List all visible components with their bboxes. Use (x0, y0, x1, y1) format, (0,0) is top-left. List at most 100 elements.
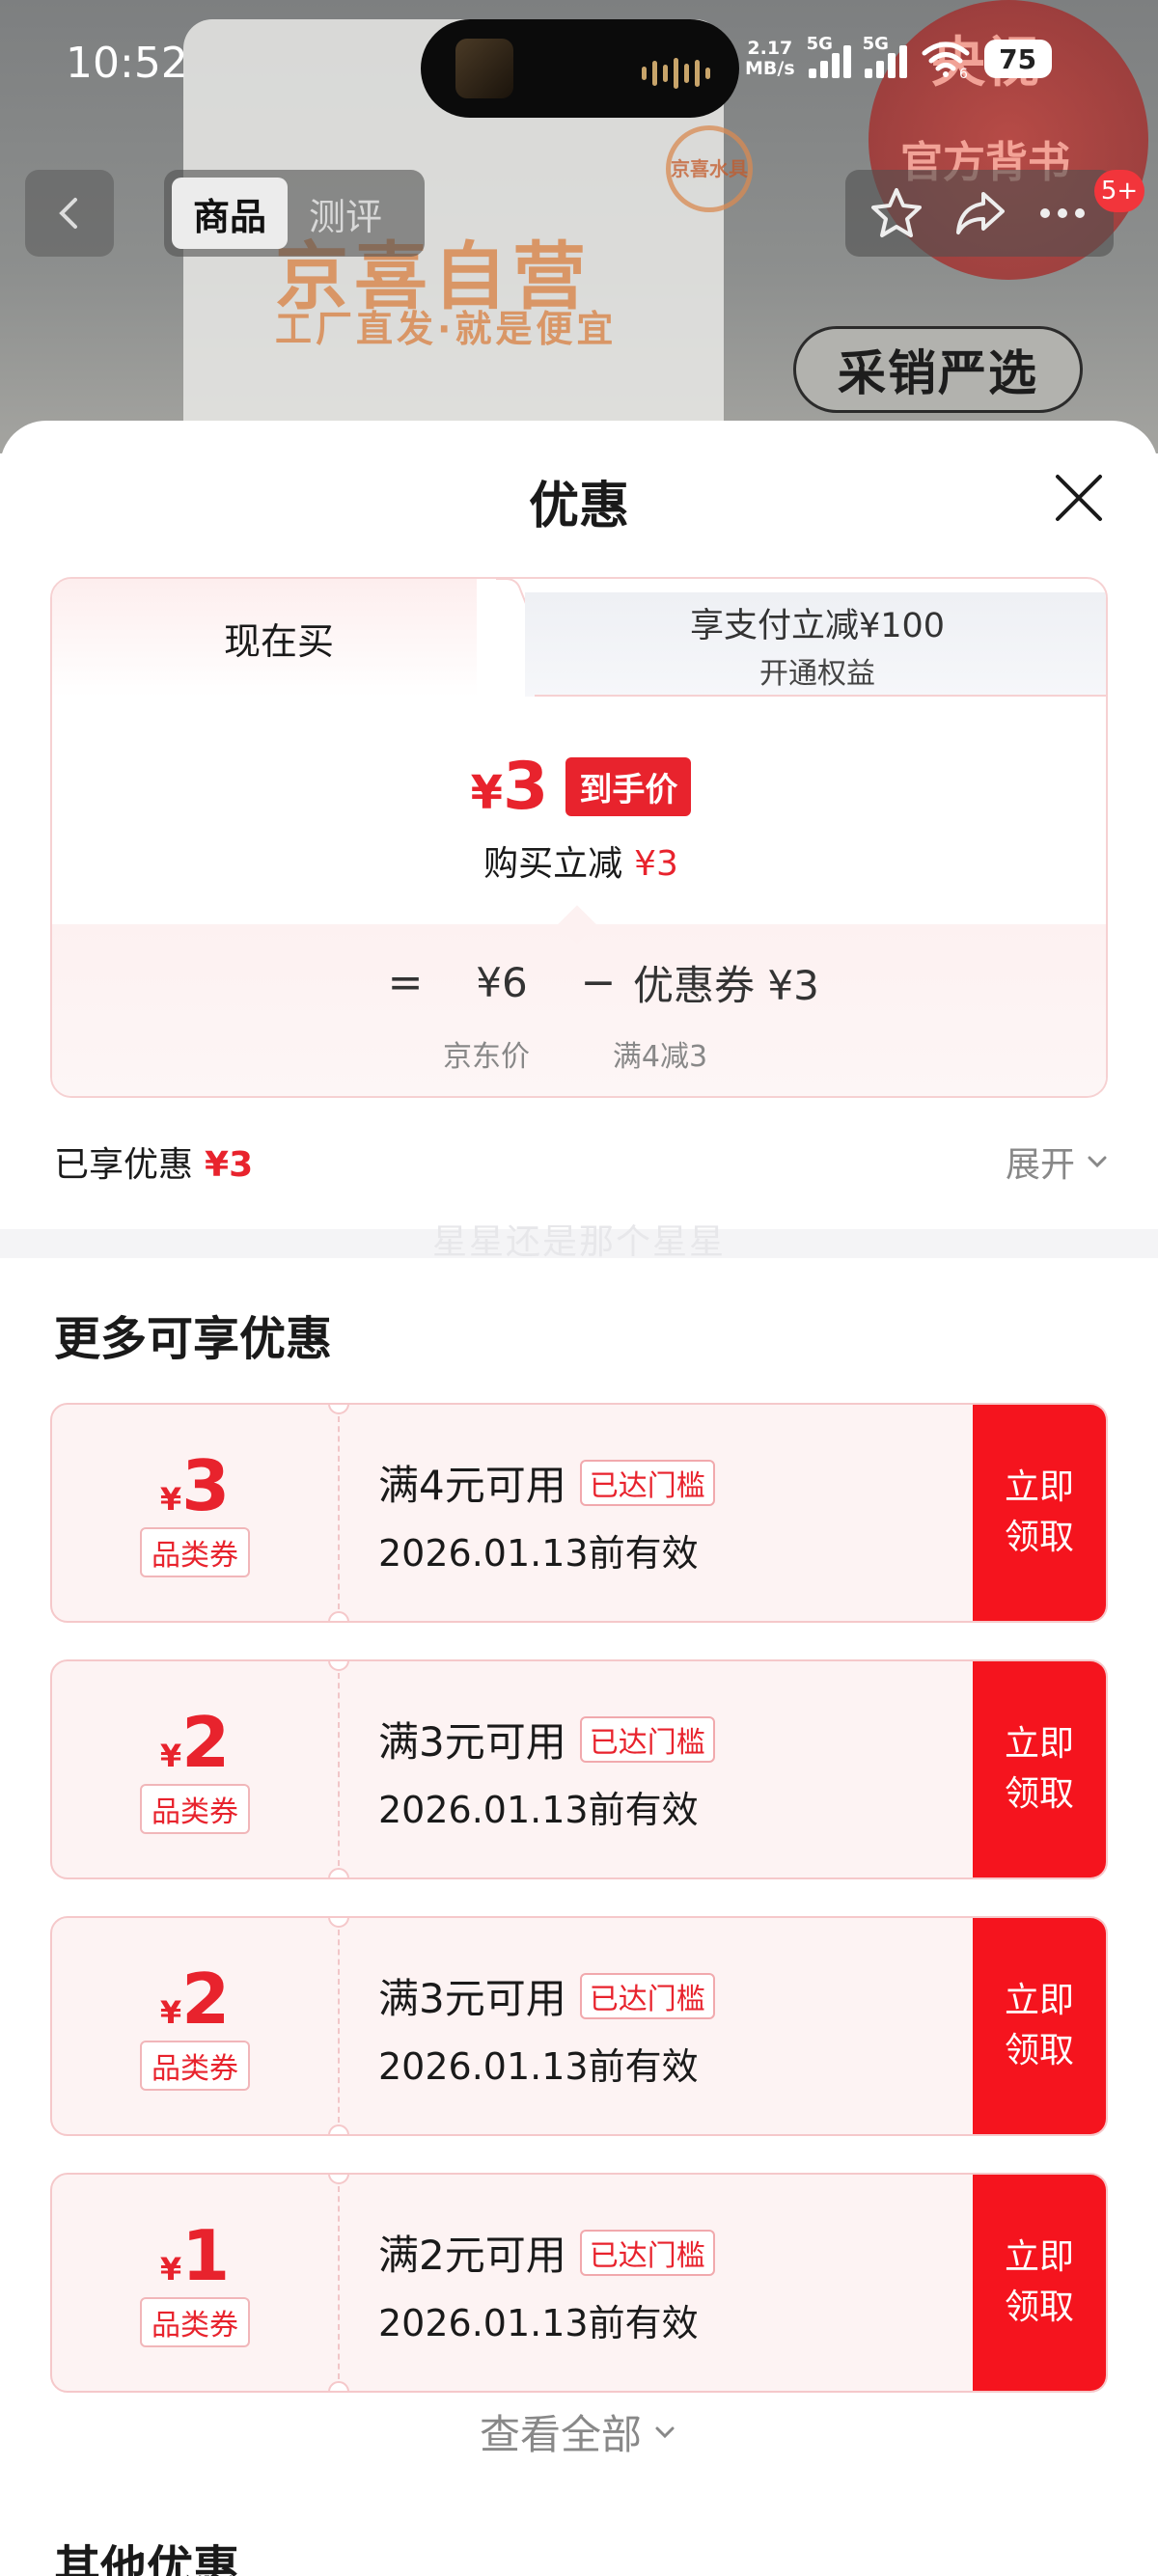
jd-price-value: ¥6 (476, 959, 528, 1006)
claim-label-line1: 立即 (1004, 2237, 1074, 2277)
coupon-separator (338, 1673, 340, 1866)
view-all-button[interactable]: 查看全部 (0, 2402, 1158, 2461)
claim-coupon-button[interactable]: 立即 领取 (973, 2175, 1106, 2391)
tab-payment-discount[interactable]: 享支付立减¥100 开通权益 (525, 592, 1106, 697)
formula-row: = ¥6 − 优惠券 ¥3 (371, 953, 819, 1012)
final-price-tag: 到手价 (565, 757, 692, 816)
coupon-separator (338, 1416, 340, 1609)
threshold-reached-badge: 已达门槛 (579, 1715, 715, 1763)
minus-sign: − (580, 958, 617, 1007)
payment-discount-title: 享支付立减¥100 (689, 606, 946, 645)
coupon-expiry: 2026.01.13前有效 (378, 2302, 699, 2344)
speed-unit: MB/s (745, 58, 795, 79)
claim-label-line1: 立即 (1004, 1467, 1074, 1507)
coupon-separator (338, 2186, 340, 2379)
coupon-card: ¥1 品类券 满2元可用 已达门槛 2026.01.13前有效 立即 领取 (50, 2173, 1108, 2393)
coupon-type: 品类券 (140, 1527, 250, 1577)
notification-badge: 5+ (1094, 170, 1144, 212)
coupon-amount: ¥1 (160, 2218, 230, 2293)
coupon-expiry: 2026.01.13前有效 (378, 2045, 699, 2088)
claim-label-line1: 立即 (1004, 1981, 1074, 2020)
bag-logo: 京喜水具 (666, 125, 753, 212)
tab-buy-now[interactable]: 现在买 (52, 579, 506, 697)
chevron-left-icon (59, 198, 77, 229)
coupon-condition: 满2元可用 (378, 2232, 566, 2279)
claim-label-line2: 领取 (1004, 2031, 1074, 2070)
wifi-icon: 6 (922, 41, 970, 78)
final-price: ¥ 3 (471, 749, 549, 825)
coupon-expiry: 2026.01.13前有效 (378, 1532, 699, 1575)
more-discounts-title: 更多可享优惠 (54, 1312, 333, 1366)
dynamic-island[interactable] (421, 19, 739, 118)
coupon-card: ¥3 品类券 满4元可用 已达门槛 2026.01.13前有效 立即 领取 (50, 1403, 1108, 1623)
speed-value: 2.17 (747, 38, 793, 59)
coupon-details: 满3元可用 已达门槛 2026.01.13前有效 (378, 1710, 715, 1833)
claim-coupon-button[interactable]: 立即 领取 (973, 1661, 1106, 1877)
threshold-reached-badge: 已达门槛 (579, 2229, 715, 2276)
reduction-value: ¥3 (634, 844, 678, 884)
signal-icon-2: 5G (863, 34, 907, 78)
formula-labels: 京东价 满4减3 (428, 1032, 737, 1075)
network-type-2: 5G (862, 34, 889, 54)
back-button[interactable] (25, 170, 114, 257)
coupon-amount-value: 1 (181, 2215, 231, 2296)
equals-sign: = (387, 958, 424, 1007)
claim-label-line1: 立即 (1004, 1724, 1074, 1764)
network-speed: 2.17 MB/s (745, 39, 795, 79)
final-price-currency: ¥ (470, 766, 504, 820)
threshold-reached-badge: 已达门槛 (579, 1459, 715, 1506)
coupon-amount-value: 2 (181, 1702, 231, 1783)
battery-indicator: 75 (983, 40, 1052, 78)
price-formula: = ¥6 − 优惠券 ¥3 京东价 满4减3 (52, 905, 1106, 1096)
coupon-details: 满3元可用 已达门槛 2026.01.13前有效 (378, 1966, 715, 2090)
coupon-type: 品类券 (140, 1784, 250, 1834)
watermark: 星星还是那个星星 (431, 1222, 726, 1262)
svg-text:6: 6 (959, 67, 968, 78)
status-indicators: 2.17 MB/s 5G 5G 6 75 (745, 34, 1052, 79)
purchase-reduction: 购买立减 ¥3 (52, 836, 1106, 886)
close-icon[interactable] (1050, 469, 1108, 527)
enjoyed-discount: 已享优惠 ¥3 (54, 1137, 253, 1187)
reduction-label: 购买立减 (483, 844, 623, 884)
sheet-title: 优惠 (528, 478, 629, 535)
coupon-value-area: ¥2 品类券 (52, 1918, 338, 2134)
coupon-condition: 满3元可用 (378, 1975, 566, 2022)
jd-price-label: 京东价 (443, 1040, 530, 1074)
nav-tabs: 商品 测评 (164, 170, 425, 257)
audio-wave-icon (642, 58, 710, 89)
more-icon[interactable] (1034, 184, 1091, 242)
coupon-notch (328, 1611, 349, 1621)
coupon-amount: ¥3 (160, 1448, 230, 1523)
formula-notch (558, 905, 596, 944)
nav-actions (845, 170, 1114, 257)
expand-button[interactable]: 展开 (1006, 1137, 1110, 1187)
share-icon[interactable] (951, 184, 1008, 242)
coupon-details: 满4元可用 已达门槛 2026.01.13前有效 (378, 1453, 715, 1576)
claim-coupon-button[interactable]: 立即 领取 (973, 1405, 1106, 1621)
network-type-1: 5G (806, 34, 833, 54)
coupon-deduction-value: 优惠券 ¥3 (633, 962, 819, 1009)
signal-icon-1: 5G (807, 34, 851, 78)
coupon-condition: 满4元可用 (378, 1462, 566, 1509)
tab-review[interactable]: 测评 (288, 187, 403, 240)
threshold-reached-badge: 已达门槛 (579, 1972, 715, 2019)
coupon-value-area: ¥1 品类券 (52, 2175, 338, 2391)
other-discounts-title: 其他优惠 (54, 2541, 240, 2576)
coupon-card: ¥2 品类券 满3元可用 已达门槛 2026.01.13前有效 立即领取 (50, 1659, 1108, 1879)
tab-product[interactable]: 商品 (172, 178, 289, 249)
coupon-type: 品类券 (140, 2297, 250, 2347)
claim-coupon-button[interactable]: 立即 领取 (973, 1918, 1106, 2134)
enjoyed-value: ¥3 (205, 1145, 254, 1185)
coupon-currency: ¥ (159, 1738, 182, 1774)
coupon-notch (328, 2381, 349, 2391)
coupon-currency: ¥ (159, 2251, 182, 2288)
payment-discount-subtitle: 开通权益 (759, 656, 875, 691)
chevron-down-icon (1088, 1156, 1107, 1168)
star-icon[interactable] (868, 184, 925, 242)
status-time: 10:52 (66, 39, 188, 88)
coupon-value-area: ¥2 品类券 (52, 1661, 338, 1877)
tab-underline (535, 695, 1106, 697)
coupon-type: 品类券 (140, 2041, 250, 2091)
claim-label-line2: 领取 (1004, 1774, 1074, 1814)
final-price-row: ¥ 3 到手价 (52, 749, 1106, 825)
